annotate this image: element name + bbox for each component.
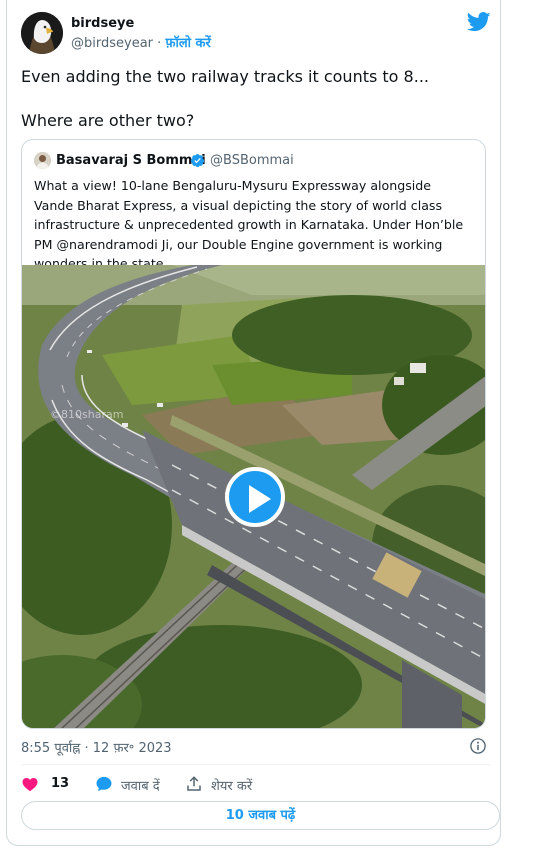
info-icon[interactable]: [469, 737, 487, 755]
video-thumbnail[interactable]: ©810sharam: [22, 265, 485, 728]
tweet-card: birdseye @birdseyear · फ़ॉलो करें Even a…: [6, 0, 501, 846]
heart-icon: [22, 778, 38, 792]
play-button[interactable]: [225, 467, 285, 527]
speech-bubble-icon: [96, 776, 112, 792]
tweet-timestamp[interactable]: 8:55 पूर्वाह्न · 12 फ़र॰ 2023: [21, 738, 172, 756]
share-label: शेयर करें: [211, 779, 253, 794]
tweet-text: Even adding the two railway tracks it co…: [21, 67, 429, 130]
read-replies-button[interactable]: 10 जवाब पढ़ें: [21, 801, 500, 830]
quoted-tweet-text: What a view! 10-lane Bengaluru-Mysuru Ex…: [34, 178, 464, 271]
author-handle-row: @birdseyear · फ़ॉलो करें: [71, 33, 211, 51]
like-count: 13: [51, 776, 70, 791]
author-handle[interactable]: @birdseyear: [71, 36, 153, 51]
reply-label: जवाब दें: [121, 779, 160, 794]
reply-button[interactable]: जवाब दें: [95, 774, 175, 794]
like-button[interactable]: 13: [21, 774, 71, 794]
separator-dot: ·: [157, 36, 162, 51]
tweet-actions: 13 जवाब दें शेयर करें: [21, 774, 491, 794]
verified-badge-icon: [190, 153, 205, 168]
quoted-author-avatar: [34, 152, 51, 169]
video-watermark: ©810sharam: [50, 408, 124, 421]
divider: [21, 764, 491, 765]
play-icon: [249, 485, 271, 513]
share-icon: [187, 776, 201, 791]
quoted-author-handle: @BSBommai: [210, 153, 294, 168]
tweet-header: birdseye @birdseyear · फ़ॉलो करें: [21, 12, 491, 54]
author-avatar[interactable]: [21, 12, 63, 54]
follow-button[interactable]: फ़ॉलो करें: [165, 36, 210, 51]
author-name[interactable]: birdseye: [71, 16, 134, 31]
twitter-bird-icon[interactable]: [467, 12, 491, 32]
share-button[interactable]: शेयर करें: [185, 774, 275, 794]
quoted-author-name: Basavaraj S Bommai: [56, 153, 206, 168]
quoted-tweet[interactable]: Basavaraj S Bommai @BSBommai What a view…: [21, 139, 486, 729]
